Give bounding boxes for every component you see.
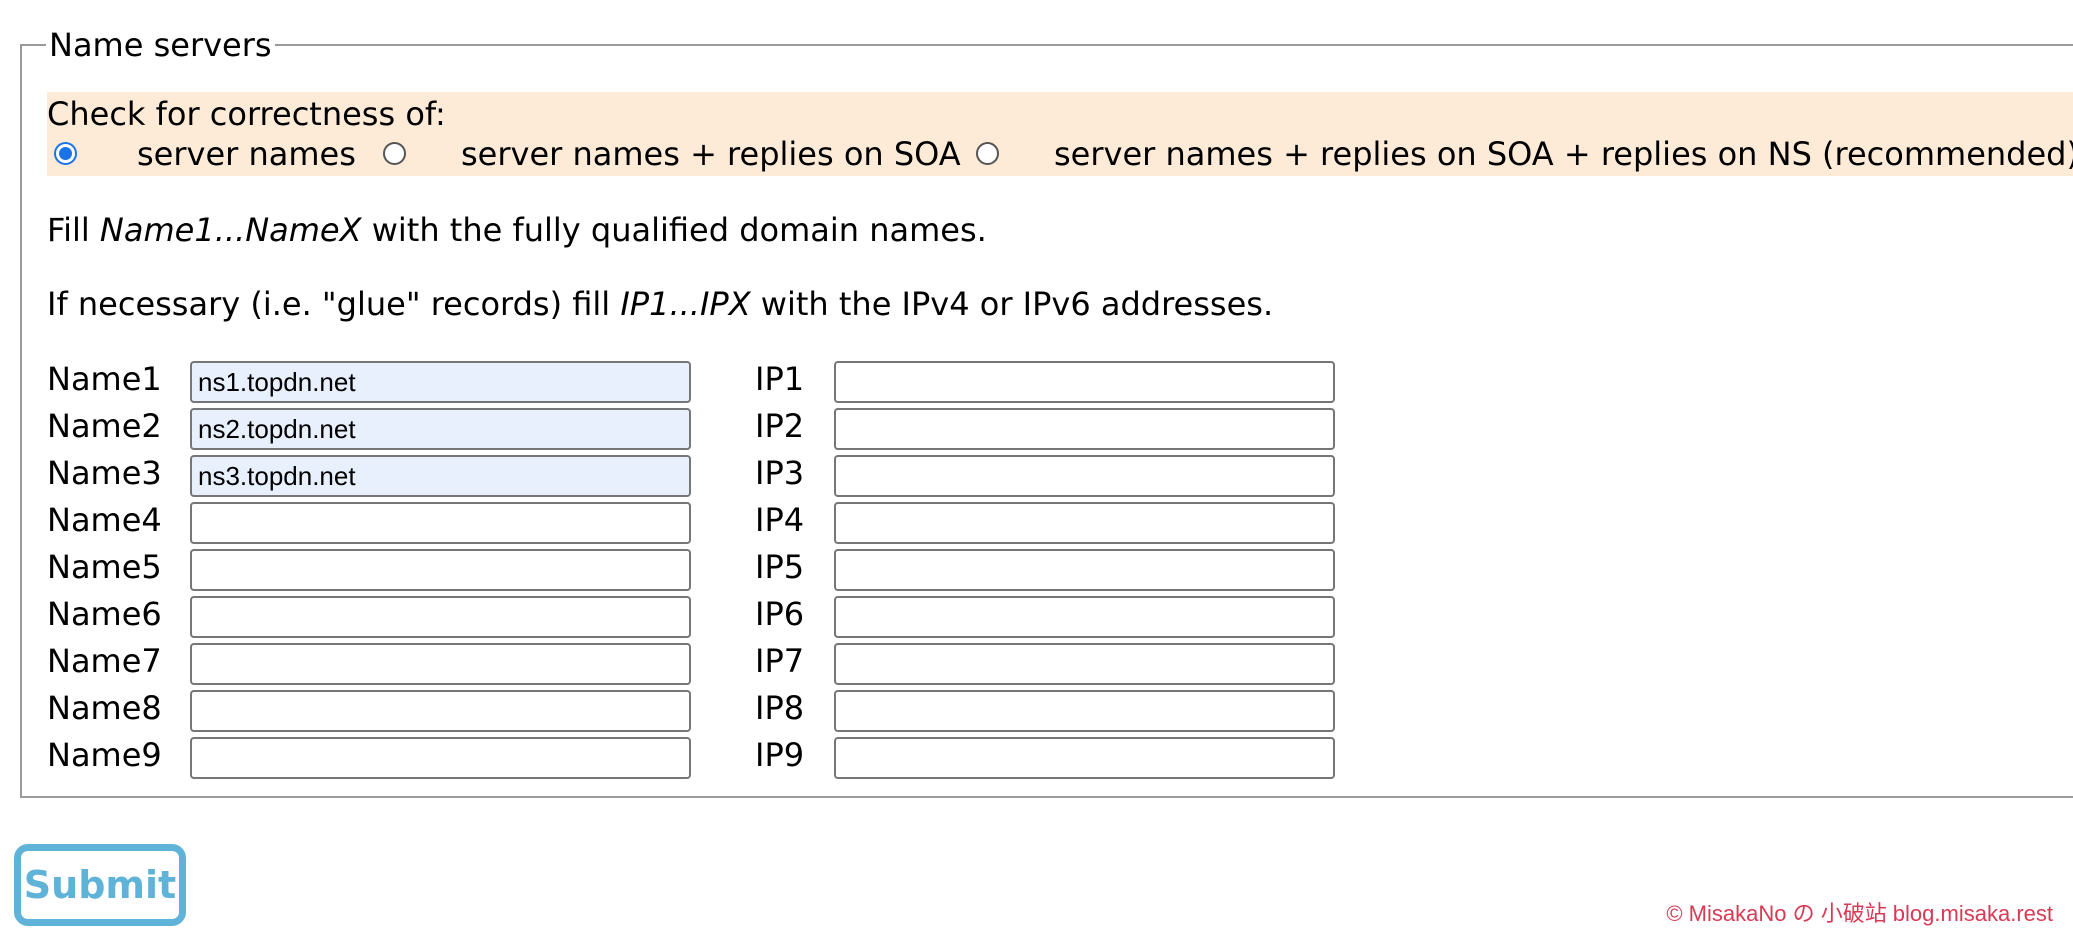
check-options: server names server names + replies on S… bbox=[47, 134, 2073, 174]
radio-label-server-names-soa[interactable]: server names + replies on SOA bbox=[461, 134, 961, 174]
submit-button[interactable]: Submit bbox=[14, 844, 186, 926]
ip9-label: IP9 bbox=[755, 736, 805, 774]
ip4-label: IP4 bbox=[755, 501, 805, 539]
ip7-label: IP7 bbox=[755, 642, 805, 680]
name4-label: Name4 bbox=[47, 501, 162, 539]
ip6-input[interactable] bbox=[834, 596, 1335, 638]
name9-label: Name9 bbox=[47, 736, 162, 774]
instruction-ips: If necessary (i.e. "glue" records) fill … bbox=[47, 284, 1273, 324]
radio-server-names[interactable] bbox=[54, 142, 77, 165]
name9-input[interactable] bbox=[190, 737, 691, 779]
name7-label: Name7 bbox=[47, 642, 162, 680]
name3-label: Name3 bbox=[47, 454, 162, 492]
name8-label: Name8 bbox=[47, 689, 162, 727]
name1-label: Name1 bbox=[47, 360, 162, 398]
radio-server-names-soa-ns[interactable] bbox=[976, 142, 999, 165]
ip3-input[interactable] bbox=[834, 455, 1335, 497]
instruction-names-italic: Name1...NameX bbox=[99, 211, 362, 249]
ip3-label: IP3 bbox=[755, 454, 805, 492]
name7-input[interactable] bbox=[190, 643, 691, 685]
instruction-names: Fill Name1...NameX with the fully qualif… bbox=[47, 210, 987, 250]
name6-label: Name6 bbox=[47, 595, 162, 633]
ip2-input[interactable] bbox=[834, 408, 1335, 450]
fieldset-legend: Name servers bbox=[49, 26, 272, 64]
check-correctness-box: Check for correctness of: server names s… bbox=[47, 92, 2073, 176]
radio-server-names-soa[interactable] bbox=[383, 142, 406, 165]
ip8-label: IP8 bbox=[755, 689, 805, 727]
instruction-ips-suffix: with the IPv4 or IPv6 addresses. bbox=[750, 285, 1274, 323]
radio-label-server-names-soa-ns[interactable]: server names + replies on SOA + replies … bbox=[1054, 134, 2073, 174]
radio-label-server-names[interactable]: server names bbox=[137, 134, 356, 174]
name6-input[interactable] bbox=[190, 596, 691, 638]
ip9-input[interactable] bbox=[834, 737, 1335, 779]
ip6-label: IP6 bbox=[755, 595, 805, 633]
name3-input[interactable] bbox=[190, 455, 691, 497]
name5-label: Name5 bbox=[47, 548, 162, 586]
name1-input[interactable] bbox=[190, 361, 691, 403]
instruction-ips-italic: IP1...IPX bbox=[620, 285, 751, 323]
instruction-names-prefix: Fill bbox=[47, 211, 100, 249]
ip2-label: IP2 bbox=[755, 407, 805, 445]
instruction-names-suffix: with the fully qualified domain names. bbox=[361, 211, 987, 249]
ip1-label: IP1 bbox=[755, 360, 805, 398]
name8-input[interactable] bbox=[190, 690, 691, 732]
page: Name servers Check for correctness of: s… bbox=[0, 0, 2073, 946]
name2-input[interactable] bbox=[190, 408, 691, 450]
ip1-input[interactable] bbox=[834, 361, 1335, 403]
instruction-ips-prefix: If necessary (i.e. "glue" records) fill bbox=[47, 285, 621, 323]
ip5-label: IP5 bbox=[755, 548, 805, 586]
watermark: © MisakaNo の 小破站 blog.misaka.rest bbox=[1666, 901, 2053, 926]
name5-input[interactable] bbox=[190, 549, 691, 591]
ip8-input[interactable] bbox=[834, 690, 1335, 732]
ip4-input[interactable] bbox=[834, 502, 1335, 544]
name2-label: Name2 bbox=[47, 407, 162, 445]
ip5-input[interactable] bbox=[834, 549, 1335, 591]
ip7-input[interactable] bbox=[834, 643, 1335, 685]
check-title: Check for correctness of: bbox=[47, 95, 446, 133]
name4-input[interactable] bbox=[190, 502, 691, 544]
